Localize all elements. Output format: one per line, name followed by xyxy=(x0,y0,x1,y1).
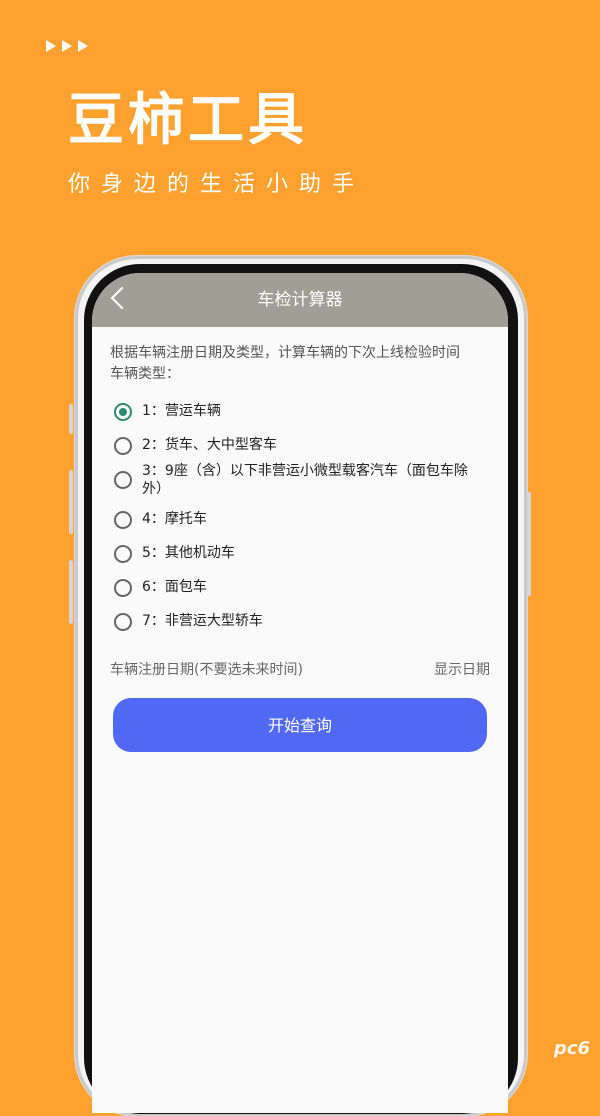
radio-option-5[interactable]: 5：其他机动车 xyxy=(114,544,482,563)
radio-label: 2：货车、大中型客车 xyxy=(142,437,277,453)
radio-option-1[interactable]: 1：营运车辆 xyxy=(114,402,482,421)
promo-arrows xyxy=(46,40,88,52)
description-text: 根据车辆注册日期及类型，计算车辆的下次上线检验时间 xyxy=(110,345,460,361)
registration-date-row[interactable]: 车辆注册日期(不要选未来时间) 显示日期 xyxy=(110,659,490,679)
radio-label: 1：营运车辆 xyxy=(142,403,221,419)
phone-side-button xyxy=(527,492,531,596)
promo-subtitle: 你身边的生活小助手 xyxy=(68,172,366,197)
show-date-value[interactable]: 显示日期 xyxy=(434,659,490,679)
radio-unchecked-icon[interactable] xyxy=(114,471,132,489)
watermark-logo: pc6 xyxy=(553,1038,590,1059)
radio-option-4[interactable]: 4：摩托车 xyxy=(114,510,482,529)
registration-date-label: 车辆注册日期(不要选未来时间) xyxy=(110,662,303,678)
phone-side-button xyxy=(69,470,73,534)
arrow-icon xyxy=(46,40,56,52)
radio-option-6[interactable]: 6：面包车 xyxy=(114,578,482,597)
radio-option-3[interactable]: 3：9座（含）以下非营运小微型载客汽车（面包车除外） xyxy=(114,462,482,498)
radio-option-2[interactable]: 2：货车、大中型客车 xyxy=(114,436,482,455)
radio-label: 5：其他机动车 xyxy=(142,545,235,561)
radio-label: 6：面包车 xyxy=(142,579,207,595)
phone-side-button xyxy=(69,404,73,434)
radio-unchecked-icon[interactable] xyxy=(114,545,132,563)
radio-checked-icon[interactable] xyxy=(114,403,132,421)
app-title: 车检计算器 xyxy=(257,290,343,310)
app-screen: 车检计算器 根据车辆注册日期及类型，计算车辆的下次上线检验时间 车辆类型： 1：… xyxy=(92,273,508,1113)
phone-side-button xyxy=(69,560,73,624)
arrow-icon xyxy=(78,40,88,52)
vehicle-type-label: 车辆类型： xyxy=(110,366,180,382)
arrow-icon xyxy=(62,40,72,52)
radio-label: 3：9座（含）以下非营运小微型载客汽车（面包车除外） xyxy=(142,463,468,497)
start-query-button[interactable]: 开始查询 xyxy=(113,698,487,752)
radio-label: 4：摩托车 xyxy=(142,511,207,527)
calculator-content: 根据车辆注册日期及类型，计算车辆的下次上线检验时间 车辆类型： 1：营运车辆 2… xyxy=(110,343,494,631)
radio-label: 7：非营运大型轿车 xyxy=(142,613,263,629)
promo-title: 豆柿工具 xyxy=(68,88,308,153)
radio-unchecked-icon[interactable] xyxy=(114,613,132,631)
radio-unchecked-icon[interactable] xyxy=(114,437,132,455)
app-bar: 车检计算器 xyxy=(92,273,508,327)
radio-unchecked-icon[interactable] xyxy=(114,511,132,529)
radio-option-7[interactable]: 7：非营运大型轿车 xyxy=(114,612,482,631)
radio-unchecked-icon[interactable] xyxy=(114,579,132,597)
